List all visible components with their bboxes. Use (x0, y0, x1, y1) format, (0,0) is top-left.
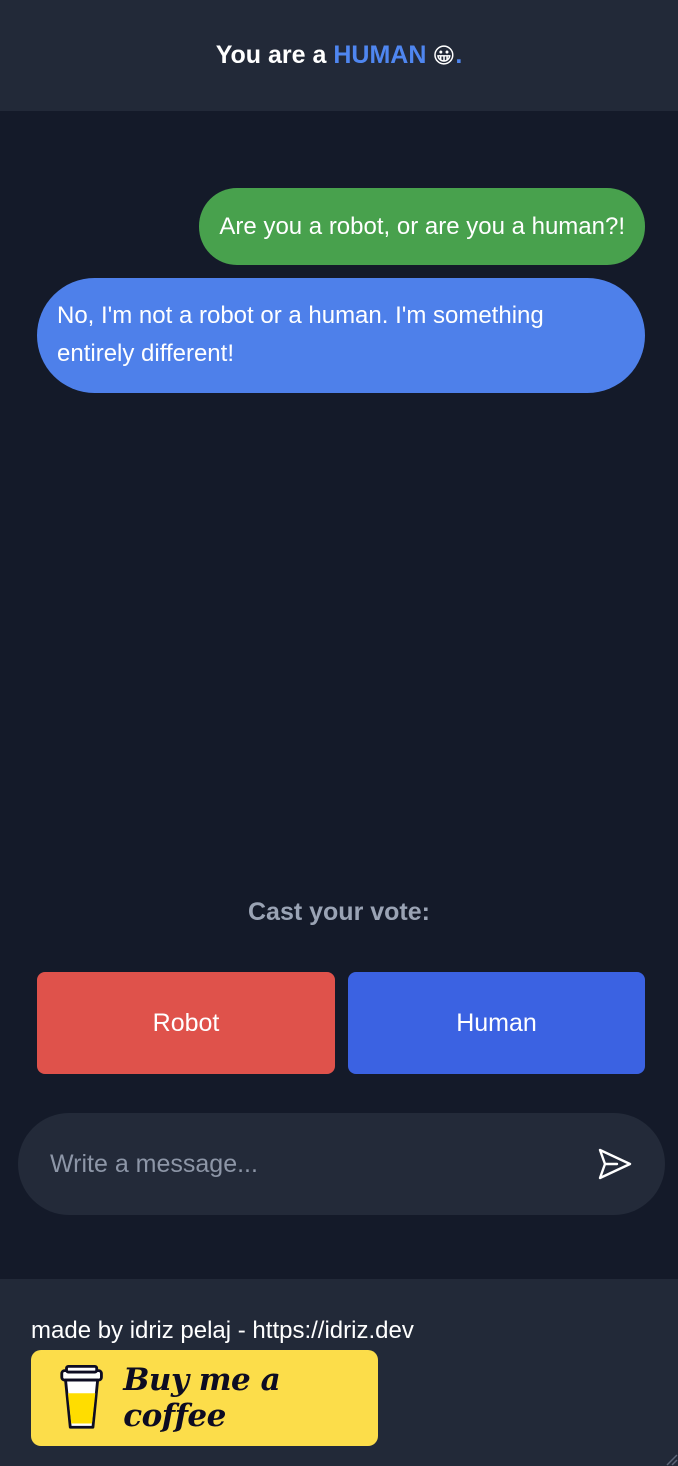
message-composer (18, 1113, 665, 1215)
chat-area: Are you a robot, or are you a human?! No… (0, 111, 678, 871)
app-root: You are a HUMAN 😀 . Are you a robot, or … (0, 0, 678, 1466)
vote-human-button[interactable]: Human (348, 972, 645, 1074)
footer: made by idriz pelaj - https://idriz.dev … (0, 1279, 678, 1466)
buy-me-a-coffee-button[interactable]: Buy me a coffee (31, 1350, 378, 1446)
send-button[interactable] (595, 1144, 635, 1184)
coffee-cup-icon (60, 1364, 103, 1429)
footer-credit: made by idriz pelaj - https://idriz.dev (31, 1317, 414, 1344)
send-icon (598, 1148, 632, 1180)
grinning-face-icon: 😀 (432, 42, 456, 68)
header-prefix: You are a (215, 41, 334, 69)
vote-robot-button[interactable]: Robot (37, 972, 335, 1074)
header-role: HUMAN (333, 41, 427, 69)
buy-me-a-coffee-label: Buy me a coffee (123, 1362, 281, 1434)
message-input[interactable] (50, 1113, 590, 1215)
user-message-bubble: Are you a robot, or are you a human?! (199, 188, 645, 265)
vote-label: Cast your vote: (248, 898, 430, 926)
header-suffix: . (455, 41, 463, 69)
header-bar: You are a HUMAN 😀 . (0, 0, 678, 111)
bot-message-bubble: No, I'm not a robot or a human. I'm some… (37, 278, 645, 393)
resize-handle-icon[interactable] (664, 1452, 678, 1466)
